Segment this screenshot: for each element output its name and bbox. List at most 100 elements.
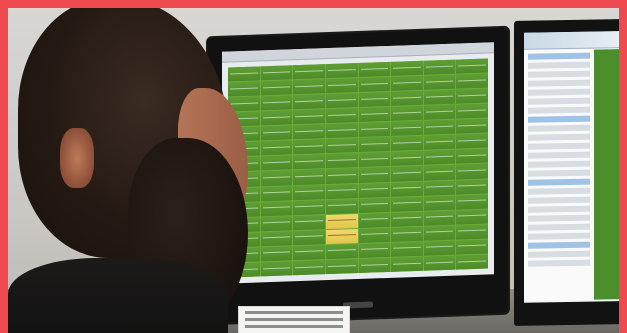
grid-cell xyxy=(260,65,293,81)
grid-cell xyxy=(391,196,423,212)
side-toolbar xyxy=(524,31,619,50)
grid-cell xyxy=(325,153,358,169)
grid-cell xyxy=(391,105,423,122)
grid-cell xyxy=(293,245,325,261)
grid-cell xyxy=(260,185,293,202)
grid-cell xyxy=(293,184,325,200)
grid-cell xyxy=(293,124,325,140)
grid-cell xyxy=(391,211,423,227)
main-monitor-screen xyxy=(222,42,494,284)
main-monitor xyxy=(208,27,508,324)
grid-cell xyxy=(456,88,488,104)
side-green-strip xyxy=(594,49,619,300)
grid-cell xyxy=(260,200,293,217)
grid-cell xyxy=(456,224,488,240)
side-panel-row xyxy=(528,70,590,78)
grid-cell xyxy=(391,75,423,91)
side-panel-row xyxy=(528,61,590,69)
grid-cell xyxy=(391,121,423,137)
grid-cell xyxy=(358,257,391,273)
side-panel-row xyxy=(528,250,590,258)
side-panel-row xyxy=(528,88,590,96)
side-panel-row xyxy=(528,151,590,159)
green-status-grid xyxy=(228,58,488,278)
grid-cell xyxy=(423,180,456,196)
grid-cell xyxy=(293,64,325,80)
grid-cell xyxy=(293,154,325,170)
grid-cell xyxy=(260,231,293,247)
grid-cell xyxy=(423,150,456,166)
grid-cell xyxy=(423,225,456,241)
paper-note xyxy=(238,306,350,333)
grid-cell xyxy=(358,92,391,108)
grid-cell xyxy=(423,89,456,105)
side-panel-row xyxy=(528,79,590,87)
grid-cell xyxy=(456,73,488,89)
side-panel-row xyxy=(528,169,590,177)
grid-cell xyxy=(358,182,391,198)
grid-cell xyxy=(293,94,325,110)
grid-cell xyxy=(325,108,358,124)
grid-cell xyxy=(293,199,325,215)
grid-cell xyxy=(391,226,423,242)
grid-cell xyxy=(358,61,391,78)
side-panel-row xyxy=(528,133,590,141)
grid-cell xyxy=(358,212,391,228)
grid-cell xyxy=(423,255,456,271)
side-panel-row xyxy=(528,259,590,267)
grid-cell xyxy=(391,136,423,152)
grid-cell xyxy=(293,169,325,185)
person-ear xyxy=(60,128,94,188)
photo xyxy=(8,8,619,333)
grid-cell xyxy=(423,74,456,90)
grid-cell xyxy=(293,260,325,276)
grid-cell xyxy=(423,134,456,151)
side-monitor xyxy=(514,19,619,326)
grid-cell xyxy=(423,240,456,256)
grid-cell xyxy=(325,243,358,260)
grid-cell xyxy=(358,167,391,183)
photo-frame xyxy=(0,0,627,333)
side-panel-row xyxy=(528,142,590,150)
grid-cell xyxy=(423,210,456,226)
grid-cell xyxy=(358,107,391,123)
grid-cell xyxy=(325,168,358,184)
side-panel-row xyxy=(528,187,590,195)
side-panel-row xyxy=(528,214,590,222)
grid-cell xyxy=(423,59,456,75)
grid-cell xyxy=(358,122,391,138)
grid-cell xyxy=(456,133,488,149)
grid-cell xyxy=(423,195,456,211)
side-panel-row xyxy=(528,223,590,231)
grid-cell xyxy=(456,58,488,74)
side-panel-row xyxy=(528,97,590,105)
grid-cell xyxy=(325,93,358,109)
grid-cell xyxy=(260,155,293,171)
grid-cell xyxy=(325,138,358,154)
grid-cell xyxy=(325,198,358,214)
grid-cell xyxy=(358,197,391,213)
grid-cell xyxy=(391,166,423,182)
grid-cell xyxy=(456,239,488,255)
grid-cell xyxy=(456,209,488,225)
grid-cell xyxy=(456,148,488,165)
grid-cell xyxy=(260,80,293,96)
side-panel-row xyxy=(528,241,590,249)
side-panel-row xyxy=(528,205,590,213)
grid-cell xyxy=(456,254,488,270)
grid-cell xyxy=(456,194,488,210)
person-shoulder xyxy=(8,258,228,333)
grid-cell xyxy=(325,78,358,94)
grid-cell xyxy=(260,95,293,111)
grid-cell xyxy=(358,137,391,153)
grid-cell xyxy=(358,227,391,243)
grid-cell xyxy=(391,151,423,167)
grid-cell xyxy=(391,181,423,197)
grid-cell xyxy=(260,125,293,141)
grid-cell xyxy=(456,179,488,195)
grid-cell xyxy=(260,215,293,232)
side-panel-row xyxy=(528,178,590,186)
grid-cell xyxy=(260,170,293,186)
grid-cell xyxy=(456,103,488,119)
paper-line xyxy=(245,318,343,321)
